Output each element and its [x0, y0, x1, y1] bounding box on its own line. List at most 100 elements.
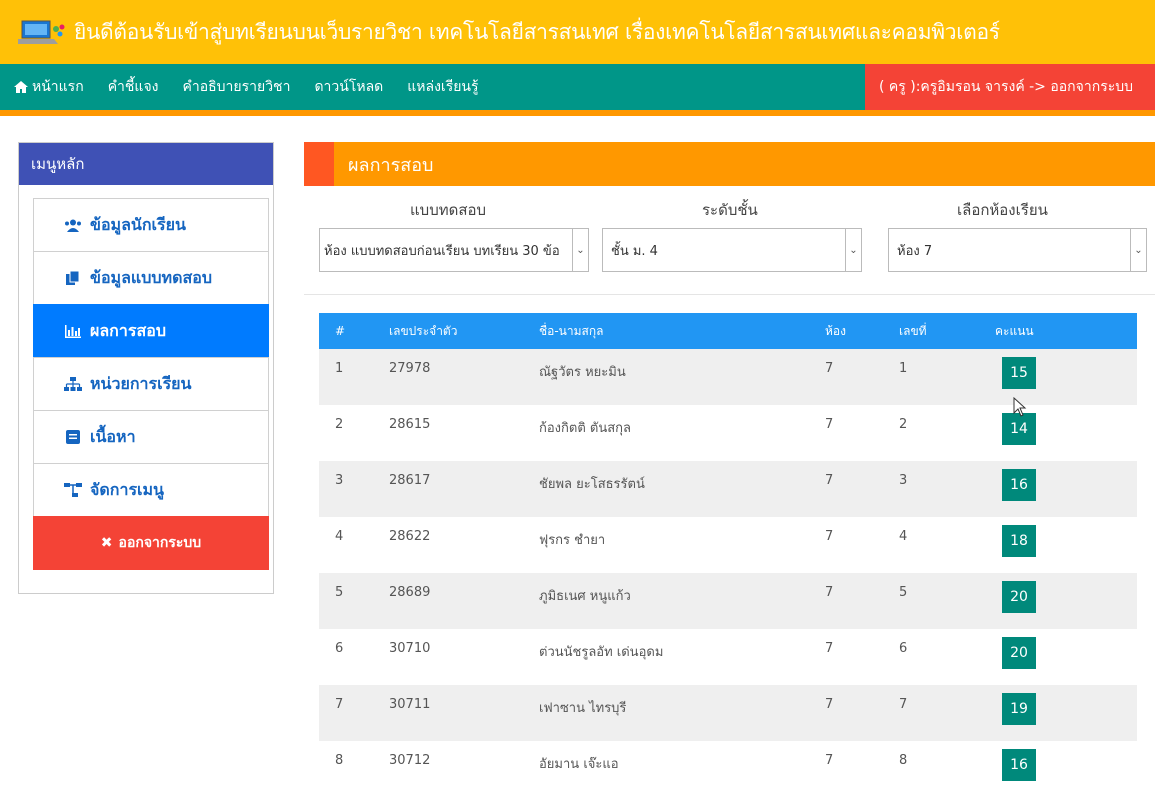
- cell-name: ต่วนนัชรูลอัท เด่นอุดม: [539, 645, 664, 660]
- cell-student-id: 28615: [389, 417, 431, 432]
- cell-student-id: 28622: [389, 529, 431, 544]
- test-select[interactable]: ห้อง แบบทดสอบก่อนเรียน บทเรียน 30 ข้อ ⌄: [319, 228, 589, 272]
- cell-room: 7: [825, 585, 834, 600]
- cell-name: ภูมิธเนศ หนูแก้ว: [539, 589, 631, 604]
- cell-score: 19: [995, 685, 1137, 741]
- table-row: 5 28689 ภูมิธเนศ หนูแก้ว 7 5 20: [319, 573, 1137, 629]
- nav-instructions[interactable]: คำชี้แจง: [96, 76, 171, 98]
- cell-index: 1: [335, 361, 344, 376]
- cell-room: 7: [825, 417, 834, 432]
- cell-name: ฟุรกร ชำยา: [539, 533, 606, 548]
- level-select-value: ชั้น ม. 4: [611, 243, 658, 259]
- table-row: 7 30711 เฟาซาน ไทรบุรี 7 7 19: [319, 685, 1137, 741]
- table-row: 3 28617 ชัยพล ยะโสธรรัตน์ 7 3 16: [319, 461, 1137, 517]
- score-badge: 18: [1002, 525, 1036, 557]
- nav-course-description[interactable]: คำอธิบายรายวิชา: [170, 76, 302, 98]
- cell-room: 7: [825, 641, 834, 656]
- sidebar-logout-button[interactable]: ✖ ออกจากระบบ: [33, 516, 269, 570]
- room-select-value: ห้อง 7: [897, 243, 933, 259]
- sidebar-item-students[interactable]: ข้อมูลนักเรียน: [33, 198, 269, 252]
- nav-resources[interactable]: แหล่งเรียนรู้: [395, 76, 490, 98]
- sidebar-item-menu-manage[interactable]: จัดการเมนู: [33, 463, 269, 517]
- sidebar-item-label: เนื้อหา: [90, 426, 136, 446]
- score-badge: 14: [1002, 413, 1036, 445]
- cell-index: 3: [335, 473, 344, 488]
- nav-home-label: หน้าแรก: [32, 79, 84, 95]
- chevron-down-icon: ⌄: [572, 229, 588, 271]
- cell-index: 6: [335, 641, 344, 656]
- sidebar-item-units[interactable]: หน่วยการเรียน: [33, 357, 269, 411]
- main-navbar: หน้าแรก คำชี้แจง คำอธิบายรายวิชา ดาวน์โห…: [0, 64, 1155, 116]
- cell-name: ก้องกิตติ ตันสกุล: [539, 421, 632, 436]
- bar-chart-icon: [64, 324, 82, 338]
- results-table: # เลขประจำตัว ชื่อ-นามสกุล ห้อง เลขที่ ค…: [319, 313, 1137, 797]
- sidebar-item-content[interactable]: เนื้อหา: [33, 410, 269, 464]
- cell-name: ชัยพล ยะโสธรรัตน์: [539, 477, 645, 492]
- score-badge: 20: [1002, 581, 1036, 613]
- level-filter-label: ระดับชั้น: [702, 201, 758, 219]
- home-icon: [14, 81, 28, 93]
- sidebar-item-label: ข้อมูลนักเรียน: [90, 214, 186, 234]
- nav-home[interactable]: หน้าแรก: [0, 76, 96, 98]
- sitemap-icon: [64, 377, 82, 391]
- cell-number: 1: [899, 361, 908, 376]
- close-icon: ✖: [100, 535, 113, 551]
- user-logout-link[interactable]: ( ครู ):ครูอิมรอน จารงค์ -> ออกจากระบบ: [865, 64, 1155, 110]
- cell-number: 7: [899, 697, 908, 712]
- cell-score: 20: [995, 629, 1137, 685]
- sidebar-item-label: ผลการสอบ: [90, 320, 166, 340]
- chevron-down-icon: ⌄: [845, 229, 861, 271]
- cell-student-id: 30710: [389, 641, 431, 656]
- cell-room: 7: [825, 697, 834, 712]
- room-filter-label: เลือกห้องเรียน: [957, 201, 1048, 219]
- cell-room: 7: [825, 361, 834, 376]
- cell-name: ณัฐวัตร หยะมิน: [539, 365, 626, 380]
- sidebar-title: เมนูหลัก: [19, 143, 273, 185]
- col-room: ห้อง: [825, 323, 846, 338]
- cell-room: 7: [825, 529, 834, 544]
- cell-number: 2: [899, 417, 908, 432]
- cell-index: 4: [335, 529, 344, 544]
- tree-icon: [64, 483, 82, 497]
- cell-number: 3: [899, 473, 908, 488]
- sidebar-item-label: จัดการเมนู: [90, 479, 164, 499]
- laptop-logo-icon: [16, 19, 66, 45]
- test-select-value: ห้อง แบบทดสอบก่อนเรียน บทเรียน 30 ข้อ: [324, 243, 560, 259]
- col-name: ชื่อ-นามสกุล: [539, 323, 604, 338]
- room-select[interactable]: ห้อง 7 ⌄: [888, 228, 1147, 272]
- cell-number: 4: [899, 529, 908, 544]
- panel-accent: [304, 142, 334, 186]
- cell-index: 7: [335, 697, 344, 712]
- cell-student-id: 27978: [389, 361, 431, 376]
- cell-score: 16: [995, 461, 1137, 517]
- results-panel-header: ผลการสอบ: [304, 142, 1155, 186]
- sidebar: เมนูหลัก ข้อมูลนักเรียน ข้อมูลแบบทดสอบ ผ…: [18, 142, 274, 594]
- copy-icon: [64, 271, 82, 285]
- top-banner: ยินดีต้อนรับเข้าสู่บทเรียนบนเว็บรายวิชา …: [0, 0, 1155, 64]
- level-select[interactable]: ชั้น ม. 4 ⌄: [602, 228, 862, 272]
- score-badge: 16: [1002, 469, 1036, 501]
- cell-number: 6: [899, 641, 908, 656]
- page-title: ผลการสอบ: [348, 154, 434, 176]
- col-number: เลขที่: [899, 323, 927, 338]
- score-badge: 20: [1002, 637, 1036, 669]
- sidebar-item-tests[interactable]: ข้อมูลแบบทดสอบ: [33, 251, 269, 305]
- mouse-cursor-icon: [1013, 396, 1027, 417]
- cell-student-id: 30711: [389, 697, 431, 712]
- cell-student-id: 28689: [389, 585, 431, 600]
- table-header-row: # เลขประจำตัว ชื่อ-นามสกุล ห้อง เลขที่ ค…: [319, 313, 1137, 349]
- score-badge: 16: [1002, 749, 1036, 781]
- sidebar-item-results[interactable]: ผลการสอบ: [33, 304, 269, 358]
- users-icon: [64, 218, 82, 232]
- sidebar-item-label: ข้อมูลแบบทดสอบ: [90, 267, 212, 287]
- test-filter-label: แบบทดสอบ: [410, 201, 487, 219]
- cell-number: 5: [899, 585, 908, 600]
- cell-student-id: 28617: [389, 473, 431, 488]
- nav-download[interactable]: ดาวน์โหลด: [302, 76, 395, 98]
- cell-index: 5: [335, 585, 344, 600]
- chevron-down-icon: ⌄: [1130, 229, 1146, 271]
- cell-index: 2: [335, 417, 344, 432]
- col-score: คะแนน: [995, 323, 1034, 338]
- sidebar-item-label: หน่วยการเรียน: [90, 373, 192, 393]
- score-badge: 19: [1002, 693, 1036, 725]
